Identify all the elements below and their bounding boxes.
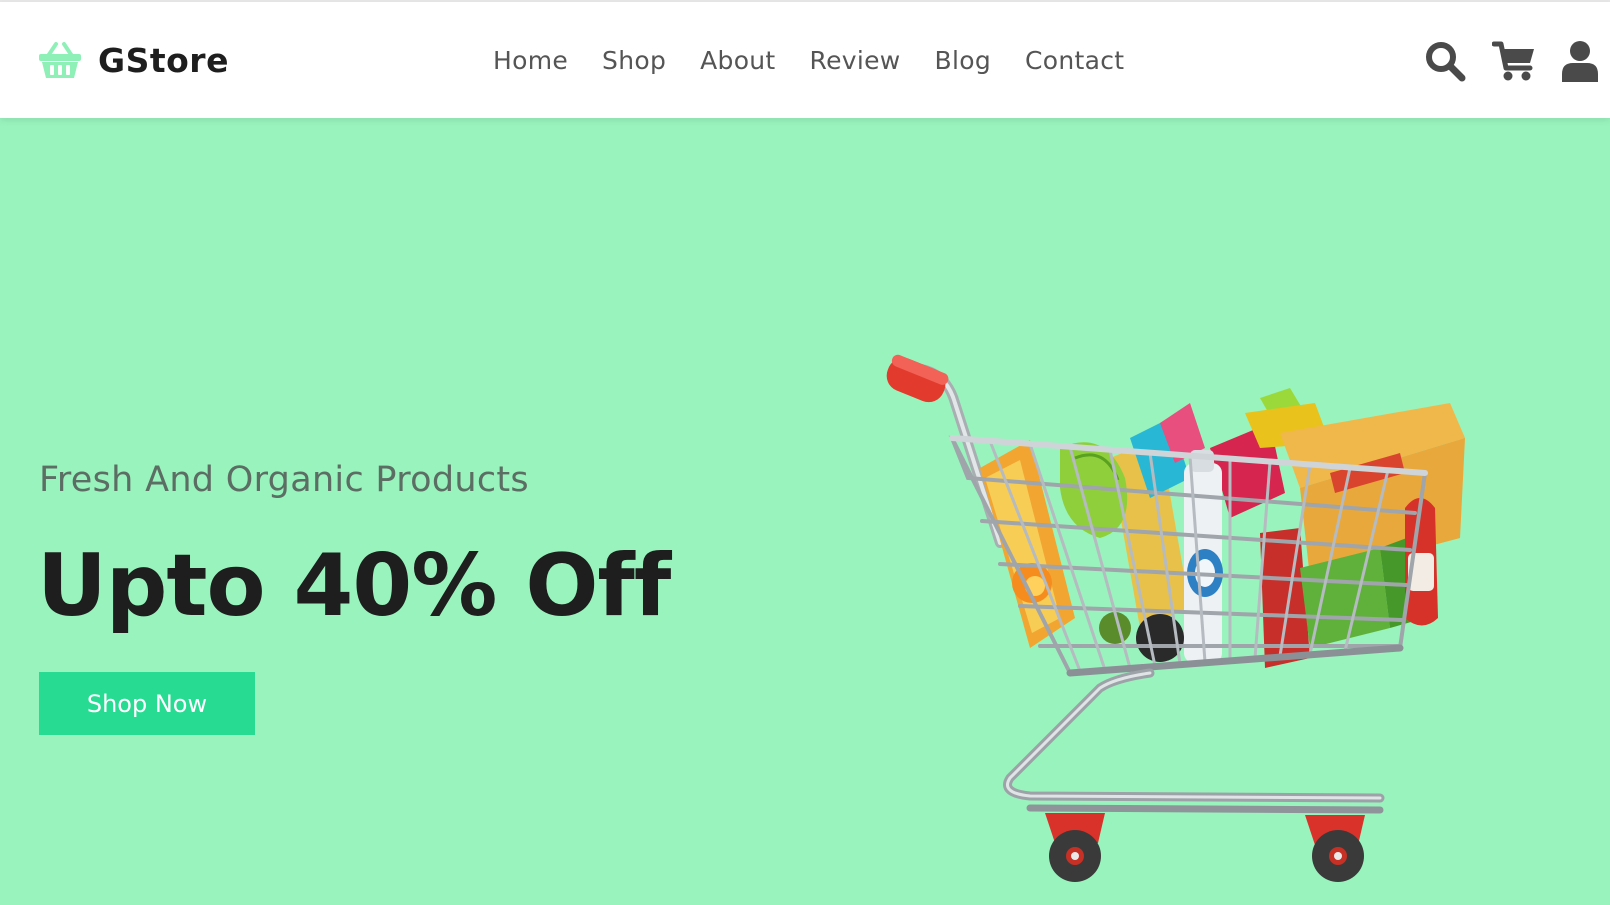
basket-icon [39,42,81,78]
user-icon[interactable] [1562,40,1598,82]
hero-title: Upto 40% Off [37,536,671,636]
hero-subtitle: Fresh And Organic Products [39,460,529,500]
shop-now-button[interactable]: Shop Now [39,672,255,735]
main-nav: Home Shop About Review Blog Contact [493,40,1124,80]
groceries [980,388,1465,668]
nav-about[interactable]: About [700,46,775,75]
shopping-cart-illustration [886,354,1465,882]
hero-section: Fresh And Organic Products Upto 40% Off … [0,118,1610,905]
nav-review[interactable]: Review [810,46,901,75]
cart-wheels [1045,813,1365,882]
brand-logo[interactable]: GStore [38,38,229,82]
nav-shop[interactable]: Shop [602,46,666,75]
search-icon[interactable] [1424,40,1466,82]
brand-name: GStore [98,40,229,80]
nav-home[interactable]: Home [493,46,568,75]
nav-contact[interactable]: Contact [1025,46,1124,75]
site-header: GStore Home Shop About Review Blog Conta… [0,2,1610,118]
cart-icon[interactable] [1492,40,1536,82]
header-icons [1398,38,1598,84]
nav-blog[interactable]: Blog [935,46,991,75]
